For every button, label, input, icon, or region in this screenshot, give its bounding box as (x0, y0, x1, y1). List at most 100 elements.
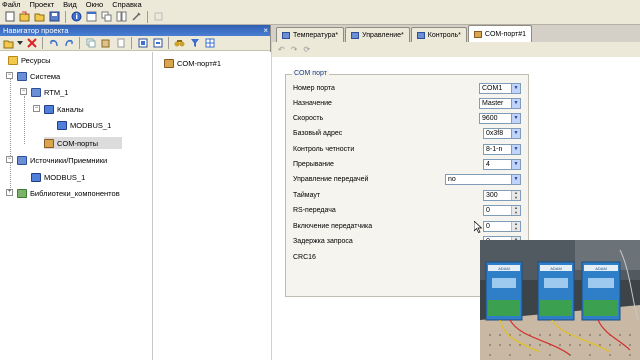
collapse-toggle[interactable]: − (6, 72, 13, 79)
refresh-icon[interactable]: ⟳ (303, 45, 310, 54)
search-icon[interactable] (173, 37, 186, 50)
row-base-address: Базовый адрес (293, 128, 342, 139)
toolbar-separator (147, 10, 148, 23)
transfer-control-select[interactable]: no ▼ (445, 174, 521, 185)
list-item-com-port-1[interactable]: COM-порт#1 (164, 59, 221, 68)
device-icon (31, 172, 41, 182)
navigator-title: Навигатор проекта (3, 26, 69, 35)
new-file-icon[interactable] (3, 10, 16, 23)
cut-icon[interactable] (114, 37, 127, 50)
speed-select[interactable]: 9600 ▼ (479, 113, 521, 124)
chevron-down-icon[interactable]: ▼ (511, 114, 520, 123)
collapse-toggle[interactable]: − (33, 105, 40, 112)
expand-toggle[interactable]: + (6, 189, 13, 196)
speed-value: 9600 (482, 115, 498, 122)
menu-help[interactable]: Справка (112, 0, 141, 9)
label-transfer-control: Управление передачей (293, 176, 369, 183)
menu-project[interactable]: Проект (29, 0, 54, 9)
parity-select[interactable]: 8-1-n ▼ (483, 144, 521, 155)
save-icon[interactable] (48, 10, 61, 23)
tree-item-modbus1[interactable]: MODBUS_1 (57, 119, 111, 131)
tree-item-sources-receivers[interactable]: Источники/Приемники (17, 154, 107, 166)
tree-guide-line (24, 96, 25, 144)
paste-icon[interactable] (99, 37, 112, 50)
tree-item-resources[interactable]: Ресурсы (8, 54, 51, 66)
dropdown-arrow-icon[interactable] (17, 37, 23, 50)
menu-file[interactable]: Файл (2, 0, 20, 9)
redo-icon[interactable] (62, 37, 75, 50)
import-icon[interactable] (136, 37, 149, 50)
filter-icon[interactable] (188, 37, 201, 50)
new-project-icon[interactable] (18, 10, 31, 23)
label-purpose: Назначение (293, 100, 332, 107)
add-folder-icon[interactable] (2, 37, 15, 50)
chevron-down-icon[interactable]: ▼ (511, 145, 520, 154)
grid-icon[interactable] (203, 37, 216, 50)
camera-overlay-photo: ADAM ADAM ADAM (480, 240, 640, 360)
editor-toolbar: ↶ ↷ ⟳ (272, 42, 640, 57)
timeout-spinbox[interactable]: 300 ▲ ▼ (483, 190, 521, 201)
tree-item-channels[interactable]: Каналы (44, 103, 84, 115)
open-icon[interactable] (33, 10, 46, 23)
delete-icon[interactable] (25, 37, 38, 50)
document-icon (416, 31, 425, 39)
chevron-down-icon[interactable]: ▼ (511, 175, 520, 184)
tab-temperature[interactable]: Температура* (276, 27, 345, 42)
interrupt-value: 4 (486, 161, 490, 168)
tree-item-system[interactable]: Система (17, 70, 60, 82)
spin-arrows-icon[interactable]: ▲▼ (511, 205, 520, 215)
base-address-value: 0x3f8 (486, 130, 504, 137)
row-transmitter-enable: Включение передатчика (293, 221, 372, 232)
tree-item-label: Ресурсы (21, 55, 51, 65)
menu-view[interactable]: Вид (63, 0, 77, 9)
undo-icon[interactable] (47, 37, 60, 50)
info-icon[interactable] (70, 10, 83, 23)
tree-item-label: Система (30, 71, 61, 81)
label-interrupt: Прерывание (293, 161, 334, 168)
row-crc16: CRC16 (293, 252, 316, 263)
forward-arrow-icon[interactable]: ↷ (291, 45, 298, 54)
chevron-down-icon[interactable]: ▼ (511, 160, 520, 169)
timeout-value: 300 (486, 192, 498, 199)
chevron-down-icon[interactable]: ▼ (511, 99, 520, 108)
tree-item-rtm1[interactable]: RTM_1 (31, 86, 68, 98)
tab-com-port-1[interactable]: COM-порт#1 (467, 25, 532, 42)
menu-window[interactable]: Окно (86, 0, 103, 9)
tree-item-label: MODBUS_1 (70, 120, 112, 130)
library-icon (17, 188, 27, 198)
tree-guide-line (10, 72, 11, 190)
interrupt-select[interactable]: 4 ▼ (483, 159, 521, 170)
collapse-toggle[interactable]: − (20, 88, 27, 95)
module-label: ADAM (595, 266, 607, 271)
port-number-value: COM1 (482, 85, 503, 92)
navigator-title-bar: Навигатор проекта × (0, 25, 270, 36)
com-port-icon (473, 30, 482, 38)
window-icon[interactable] (85, 10, 98, 23)
label-transmitter-enable: Включение передатчика (293, 223, 373, 230)
chevron-down-icon[interactable]: ▼ (511, 84, 520, 93)
copy-icon[interactable] (84, 37, 97, 50)
tree-item-com-ports[interactable]: COM-порты (44, 137, 123, 149)
chevron-down-icon[interactable]: ▼ (511, 129, 520, 138)
collapse-toggle[interactable]: − (6, 156, 13, 163)
rs-transfer-spinbox[interactable]: 0 ▲ ▼ (483, 205, 521, 216)
cascade-icon[interactable] (100, 10, 113, 23)
module-label: ADAM (550, 266, 562, 271)
base-address-select[interactable]: 0x3f8 ▼ (483, 128, 521, 139)
tree-item-libraries[interactable]: Библиотеки_компонентов (17, 187, 120, 199)
tree-item-modbus1-source[interactable]: MODBUS_1 (31, 171, 85, 183)
spin-arrows-icon[interactable]: ▲▼ (511, 221, 520, 231)
port-number-select[interactable]: COM1 ▼ (479, 83, 521, 94)
back-arrow-icon[interactable]: ↶ (278, 45, 285, 54)
tab-control[interactable]: Управление* (345, 27, 410, 42)
purpose-select[interactable]: Master ▼ (479, 98, 521, 109)
tile-icon[interactable] (115, 10, 128, 23)
export-icon[interactable] (151, 37, 164, 50)
close-icon[interactable]: × (263, 25, 268, 36)
tree-item-label: Каналы (57, 104, 84, 114)
transmitter-enable-spinbox[interactable]: 0 ▲ ▼ (483, 221, 521, 232)
spin-arrows-icon[interactable]: ▲▼ (511, 190, 520, 200)
document-icon (351, 31, 360, 39)
tab-monitoring[interactable]: Контроль* (410, 27, 467, 42)
settings-icon[interactable] (130, 10, 143, 23)
